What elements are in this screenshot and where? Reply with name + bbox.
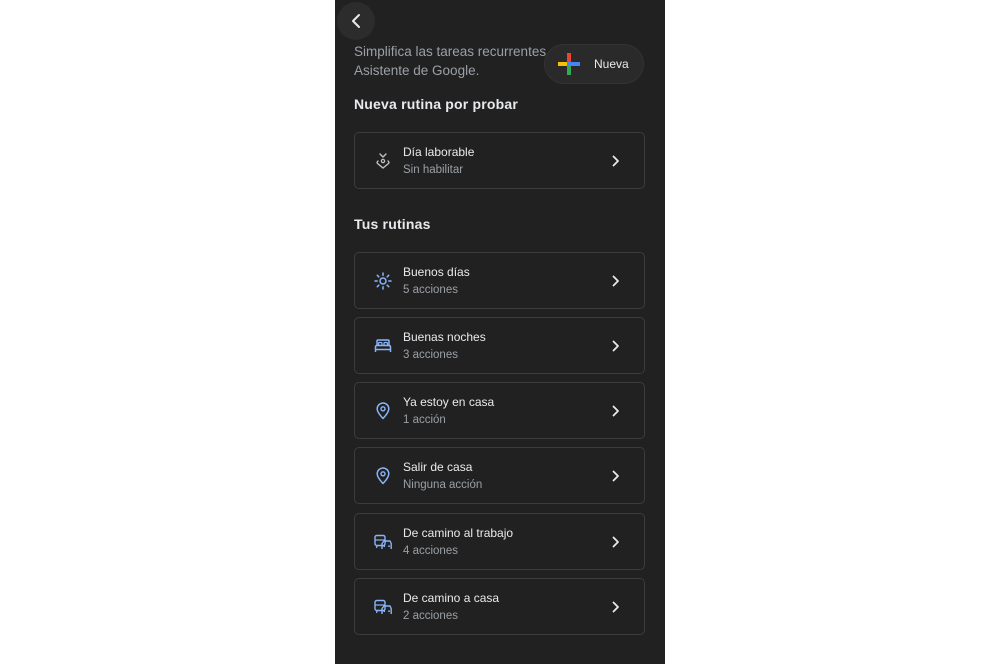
routine-card-commute-home[interactable]: De camino a casa 2 acciones xyxy=(354,578,645,635)
routine-card-commute-to-work[interactable]: De camino al trabajo 4 acciones xyxy=(354,513,645,570)
chevron-right-icon xyxy=(610,535,622,549)
my-routines-section-title: Tus rutinas xyxy=(354,216,431,232)
routine-title: Día laborable xyxy=(403,145,475,159)
arrow-back-icon xyxy=(352,14,360,28)
chevron-right-icon xyxy=(610,469,622,483)
routine-card-leave-home[interactable]: Salir de casa Ninguna acción xyxy=(354,447,645,504)
routine-title: Salir de casa xyxy=(403,460,473,474)
sun-icon xyxy=(374,272,392,290)
location-pin-icon xyxy=(374,402,392,420)
routines-screen: Simplifica las tareas recurrentes co Asi… xyxy=(335,0,665,664)
routine-card-arrive-home[interactable]: Ya estoy en casa 1 acción xyxy=(354,382,645,439)
commute-icon xyxy=(374,533,392,551)
routine-status: Sin habilitar xyxy=(403,164,464,176)
chevron-right-icon xyxy=(610,154,622,168)
routine-title: Ya estoy en casa xyxy=(403,395,495,409)
routine-card-good-morning[interactable]: Buenos días 5 acciones xyxy=(354,252,645,309)
routine-action-count: 2 acciones xyxy=(403,610,458,622)
chevron-right-icon xyxy=(610,600,622,614)
suggested-section-title: Nueva rutina por probar xyxy=(354,96,519,112)
routine-action-count: Ninguna acción xyxy=(403,479,483,491)
routine-card-good-night[interactable]: Buenas noches 3 acciones xyxy=(354,317,645,374)
routine-action-count: 1 acción xyxy=(403,414,446,426)
chevron-right-icon xyxy=(610,404,622,418)
routine-action-count: 3 acciones xyxy=(403,349,458,361)
routine-action-count: 5 acciones xyxy=(403,284,458,296)
google-plus-icon xyxy=(558,53,580,75)
routine-title: De camino a casa xyxy=(403,591,500,605)
commute-icon xyxy=(374,598,392,616)
back-button[interactable] xyxy=(337,2,375,40)
routine-card-workday[interactable]: Día laborable Sin habilitar xyxy=(354,132,645,189)
routine-action-count: 4 acciones xyxy=(403,545,458,557)
chevron-right-icon xyxy=(610,339,622,353)
routine-title: Buenas noches xyxy=(403,330,486,344)
new-routine-button[interactable]: Nueva xyxy=(544,44,644,84)
routine-title: Buenos días xyxy=(403,265,470,279)
new-routine-label: Nueva xyxy=(594,57,629,71)
workday-icon xyxy=(374,152,392,170)
bed-icon xyxy=(374,337,392,355)
location-pin-icon xyxy=(374,467,392,485)
routine-title: De camino al trabajo xyxy=(403,526,514,540)
chevron-right-icon xyxy=(610,274,622,288)
